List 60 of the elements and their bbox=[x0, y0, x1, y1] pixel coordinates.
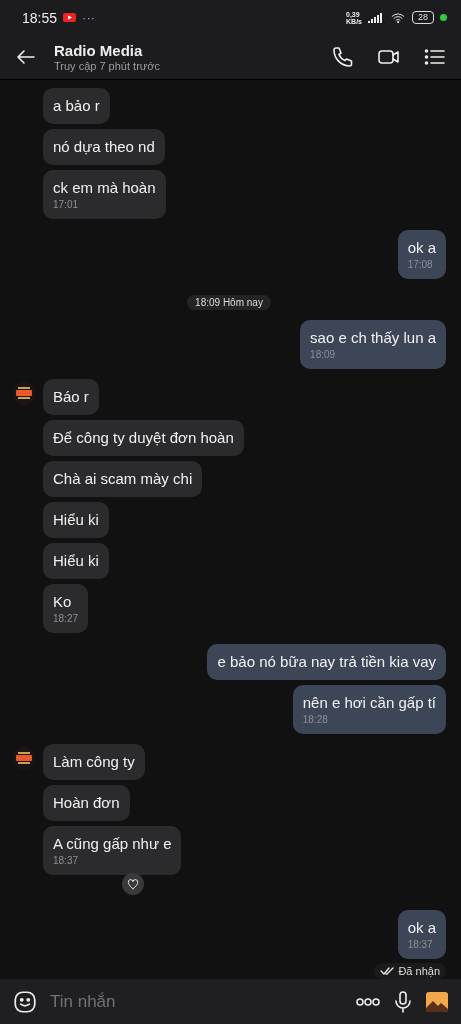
message-bubble[interactable]: ok a 17:08 bbox=[397, 230, 446, 280]
message-text: ok a bbox=[407, 238, 436, 259]
message-bubble[interactable]: nó dựa theo nd bbox=[43, 129, 165, 166]
message-text: nó dựa theo nd bbox=[53, 137, 155, 158]
message-bubble[interactable]: Chà ai scam mày chi bbox=[43, 461, 203, 498]
last-seen: Truy cập 7 phút trước bbox=[54, 60, 161, 73]
message-text: e bảo nó bữa nay trả tiền kia vay bbox=[217, 652, 436, 673]
status-dot bbox=[440, 14, 447, 22]
more-notifications: ··· bbox=[82, 10, 96, 26]
message-input[interactable]: Tin nhắn bbox=[48, 990, 345, 1013]
phone-icon[interactable] bbox=[331, 45, 355, 70]
message-text: Để công ty duyệt đơn hoàn bbox=[53, 428, 234, 449]
message-time: 18:37 bbox=[53, 855, 80, 868]
message-time: 18:28 bbox=[302, 714, 329, 727]
message-bubble[interactable]: Báo r bbox=[43, 379, 99, 416]
reaction-button[interactable] bbox=[122, 873, 144, 896]
message-bubble[interactable]: Làm công ty bbox=[43, 744, 145, 781]
message-bubble[interactable]: nên e hơi cần gấp tí 18:28 bbox=[292, 685, 446, 735]
video-app-icon bbox=[63, 13, 77, 23]
message-text: sao e ch thấy lun a bbox=[310, 328, 436, 349]
message-bubble[interactable]: sao e ch thấy lun a 18:09 bbox=[300, 320, 446, 370]
message-bubble[interactable]: A cũng gấp như e 18:37 bbox=[43, 826, 182, 876]
chat-title: Radio Media bbox=[54, 42, 144, 60]
message-text: Hoàn đơn bbox=[53, 793, 120, 814]
message-bubble[interactable]: Hiểu ki bbox=[43, 543, 109, 580]
double-check-icon bbox=[380, 966, 395, 977]
heart-icon bbox=[126, 877, 140, 892]
message-text: ck em mà hoàn bbox=[53, 178, 156, 199]
message-field[interactable]: Tin nhắn bbox=[0, 979, 461, 1024]
message-text: A cũng gấp như e bbox=[53, 834, 172, 855]
message-time: 18:27 bbox=[53, 613, 79, 626]
message-text: ok a bbox=[407, 918, 436, 939]
message-text: Làm công ty bbox=[53, 752, 135, 773]
message-bubble[interactable]: ok a 18:37 bbox=[397, 910, 446, 960]
message-bubble[interactable]: Hiểu ki bbox=[43, 502, 109, 539]
message-time: 18:37 bbox=[407, 939, 434, 952]
message-time: 17:01 bbox=[53, 199, 80, 212]
date-separator: 18:09 Hôm nay bbox=[187, 295, 271, 311]
message-text: Hiểu ki bbox=[53, 551, 99, 572]
sticker-icon[interactable] bbox=[12, 988, 38, 1015]
gallery-icon[interactable] bbox=[425, 989, 449, 1014]
message-time: 18:09 bbox=[310, 349, 337, 362]
message-text: nên e hơi cần gấp tí bbox=[302, 693, 436, 714]
clock: 18:55 bbox=[22, 9, 58, 26]
message-bubble[interactable]: Hoàn đơn bbox=[43, 785, 130, 822]
message-bubble[interactable]: Ko 18:27 bbox=[43, 584, 89, 634]
message-time: 17:08 bbox=[407, 259, 434, 272]
message-text: a bảo r bbox=[53, 96, 100, 117]
read-receipt: Đã nhận bbox=[374, 963, 446, 980]
message-bubble[interactable]: Để công ty duyệt đơn hoàn bbox=[43, 420, 244, 457]
signal-icon bbox=[368, 12, 384, 23]
message-text: Ko bbox=[53, 592, 73, 613]
message-bubble[interactable]: e bảo nó bữa nay trả tiền kia vay bbox=[207, 644, 446, 681]
message-bubble[interactable]: a bảo r bbox=[43, 88, 110, 125]
battery-level: 28 bbox=[412, 11, 434, 25]
message-text: Báo r bbox=[53, 387, 89, 408]
message-text: Hiểu ki bbox=[53, 510, 99, 531]
wifi-icon bbox=[390, 10, 406, 25]
message-text: Chà ai scam mày chi bbox=[53, 469, 193, 490]
message-bubble[interactable]: ck em mà hoàn 17:01 bbox=[43, 170, 166, 220]
